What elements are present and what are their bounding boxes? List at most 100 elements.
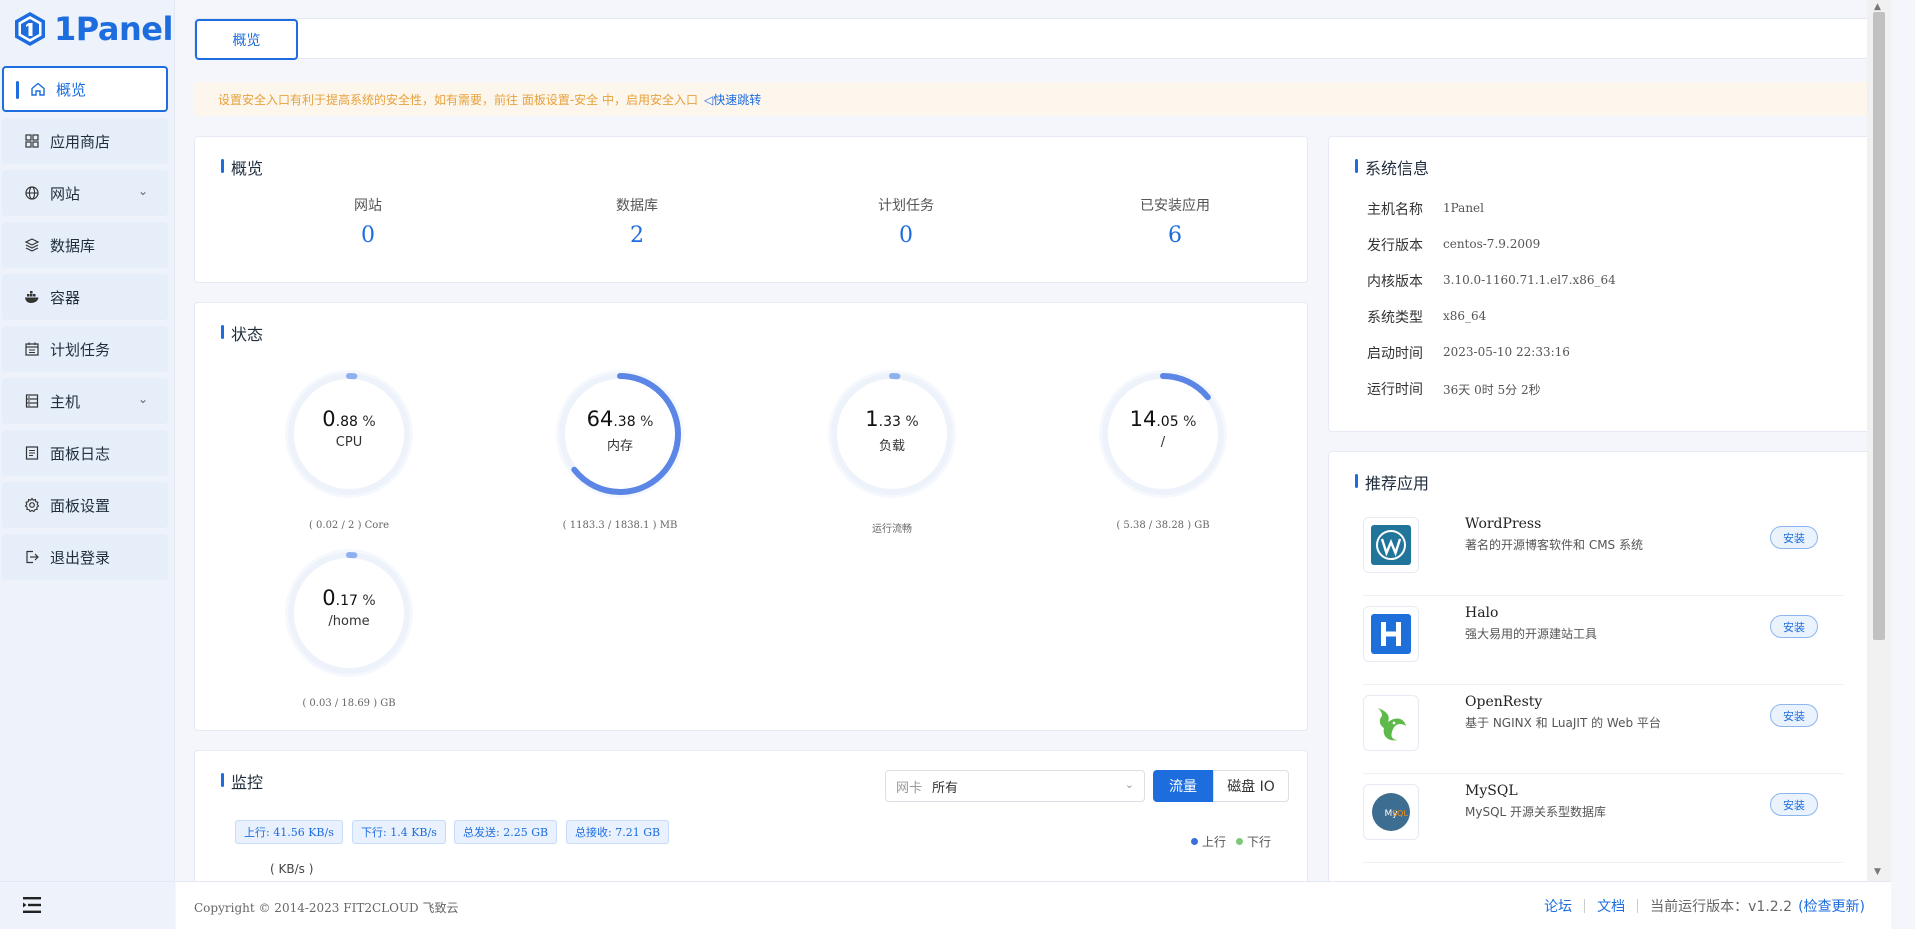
gauge-unit: %: [362, 593, 376, 609]
mysql-icon: My SQL: [1363, 784, 1419, 840]
svg-text:SQL: SQL: [1392, 809, 1408, 818]
gauge-value-int: 1: [865, 407, 879, 431]
logo-mark-icon: [15, 12, 45, 46]
gauge-name: CPU: [335, 435, 363, 450]
nic-select[interactable]: 网卡 所有 ⌄: [885, 770, 1145, 802]
gauge-value-int: 0: [322, 407, 336, 431]
tab-overview[interactable]: 概览: [195, 19, 298, 60]
sidebar-item-logout[interactable]: 退出登录: [2, 534, 168, 580]
chevron-down-icon: ⌄: [137, 392, 148, 406]
globe-icon: [24, 185, 40, 201]
app-row-openresty[interactable]: OpenResty 基于 NGINX 和 LuaJIT 的 Web 平台 安装: [1363, 685, 1843, 774]
gauge-unit: %: [905, 414, 919, 430]
sidebar-item-website[interactable]: 网站 ⌄: [2, 170, 168, 216]
sidebar-item-label: 数据库: [50, 236, 96, 255]
sysinfo-value: centos-7.9.2009: [1443, 237, 1541, 251]
overview-card: 概览 网站 0 数据库 2 计划任务 0 已安装应用 6: [194, 136, 1308, 283]
sidebar-item-panel-log[interactable]: 面板日志: [2, 430, 168, 476]
overview-cronjob[interactable]: 计划任务 0: [846, 195, 966, 248]
gauge-load: 1.33 % 负载: [827, 369, 957, 499]
scroll-down-icon[interactable]: ▼: [1874, 867, 1881, 877]
install-button[interactable]: 安装: [1770, 526, 1818, 549]
gauge-value: 0.17 %: [284, 586, 414, 610]
overview-label: 计划任务: [878, 198, 934, 214]
sidebar-item-label: 应用商店: [50, 132, 111, 151]
gauge-value-dec: .17: [335, 593, 363, 609]
app-row-mysql[interactable]: My SQL MySQL MySQL 开源关系型数据库 安装: [1363, 774, 1843, 863]
overview-website[interactable]: 网站 0: [308, 195, 428, 248]
traffic-toggle-button[interactable]: 流量: [1153, 770, 1213, 802]
gauge-unit: %: [640, 414, 654, 430]
check-update-link[interactable]: (检查更新): [1798, 896, 1865, 916]
overview-installed-apps[interactable]: 已安装应用 6: [1115, 195, 1235, 248]
status-title: 状态: [221, 321, 263, 345]
download-speed-chip: 下行: 1.4 KB/s: [352, 820, 446, 844]
app-name: OpenResty: [1465, 694, 1543, 710]
sysinfo-label: 运行时间: [1367, 382, 1423, 398]
sidebar-item-host[interactable]: 主机 ⌄: [2, 378, 168, 424]
overview-value: 0: [361, 223, 375, 248]
alert-text: 设置安全入口有利于提高系统的安全性，如有需要，前往 面板设置-安全 中，启用安全…: [218, 92, 698, 107]
footer-links: 论坛 文档 当前运行版本：v1.2.2 (检查更新): [1544, 896, 1865, 916]
docker-icon: [24, 289, 40, 305]
install-button[interactable]: 安装: [1770, 793, 1818, 816]
sysinfo-value: 2023-05-10 22:33:16: [1443, 345, 1570, 359]
sysinfo-label: 系统类型: [1367, 310, 1423, 326]
gauge-memory: 64.38 % 内存: [555, 369, 685, 499]
app-name: WordPress: [1465, 516, 1542, 532]
app-desc: 基于 NGINX 和 LuaJIT 的 Web 平台: [1465, 716, 1661, 730]
sidebar-item-app-store[interactable]: 应用商店: [2, 118, 168, 164]
log-icon: [24, 445, 40, 461]
gauge-value: 0.88 %: [284, 407, 414, 431]
sidebar-item-database[interactable]: 数据库: [2, 222, 168, 268]
legend-down-label[interactable]: 下行: [1247, 833, 1271, 850]
install-button[interactable]: 安装: [1770, 704, 1818, 727]
gauge-value: 14.05 %: [1098, 407, 1228, 431]
gauge-cpu: 0.88 % CPU: [284, 369, 414, 499]
gauge-name: 内存: [606, 439, 633, 454]
gauge-foot: ( 0.03 / 18.69 ) GB: [302, 698, 396, 709]
gauge-foot: ( 5.38 / 38.28 ) GB: [1116, 520, 1210, 531]
scroll-up-icon[interactable]: ▲: [1874, 2, 1881, 12]
forum-link[interactable]: 论坛: [1544, 896, 1572, 916]
gauge-value: 64.38 %: [555, 407, 685, 431]
install-button[interactable]: 安装: [1770, 615, 1818, 638]
vertical-scrollbar[interactable]: ▲ ▼: [1867, 0, 1891, 881]
docs-link[interactable]: 文档: [1597, 896, 1625, 916]
app-row-halo[interactable]: Halo 强大易用的开源建站工具 安装: [1363, 596, 1843, 685]
logo[interactable]: 1Panel: [12, 8, 173, 50]
logo-text: 1Panel: [54, 10, 173, 48]
app-row-wordpress[interactable]: WordPress 著名的开源博客软件和 CMS 系统 安装: [1363, 507, 1843, 596]
gauge-name: 负载: [878, 439, 905, 454]
overview-title: 概览: [221, 155, 263, 179]
recommended-apps-card: 推荐应用 WordPress 著名的开源博客软件和 CMS 系统 安装 Halo…: [1328, 451, 1878, 881]
sidebar: 1Panel 概览 应用商店 网站 ⌄ 数据库 容器 计划任务 主机 ⌄ 面板日…: [0, 0, 175, 929]
sidebar-item-overview[interactable]: 概览: [2, 66, 168, 112]
sidebar-menu: 概览 应用商店 网站 ⌄ 数据库 容器 计划任务 主机 ⌄ 面板日志 面板设置 …: [2, 66, 168, 586]
sysinfo-value: 36天 0时 5分 2秒: [1443, 383, 1541, 397]
halo-icon: [1363, 606, 1419, 662]
overview-value: 6: [1168, 223, 1182, 248]
overview-label: 数据库: [616, 198, 658, 214]
monitor-card: 监控 网卡 所有 ⌄ 流量 磁盘 IO 上行: 41.56 KB/s 下行: 1…: [194, 750, 1308, 881]
legend-up-label[interactable]: 上行: [1202, 833, 1226, 850]
app-desc: MySQL 开源关系型数据库: [1465, 805, 1607, 819]
sidebar-item-container[interactable]: 容器: [2, 274, 168, 320]
gear-icon: [24, 497, 40, 513]
layers-icon: [24, 237, 40, 253]
system-info-title: 系统信息: [1355, 155, 1429, 179]
sidebar-item-panel-settings[interactable]: 面板设置: [2, 482, 168, 528]
overview-label: 已安装应用: [1140, 198, 1210, 214]
gauge-value-dec: .88: [335, 414, 363, 430]
disk-io-toggle-button[interactable]: 磁盘 IO: [1213, 770, 1289, 802]
overview-database[interactable]: 数据库 2: [577, 195, 697, 248]
menu-collapse-icon[interactable]: [22, 896, 42, 914]
sidebar-item-cronjob[interactable]: 计划任务: [2, 326, 168, 372]
chevron-down-icon: ⌄: [1124, 778, 1134, 791]
sysinfo-value: 1Panel: [1443, 201, 1484, 215]
scroll-thumb[interactable]: [1873, 12, 1885, 640]
quick-jump-link[interactable]: ◁快速跳转: [704, 91, 761, 108]
gauge-value-int: 14: [1129, 407, 1157, 431]
gauge-value: 1.33 %: [827, 407, 957, 431]
wordpress-icon: [1363, 517, 1419, 573]
